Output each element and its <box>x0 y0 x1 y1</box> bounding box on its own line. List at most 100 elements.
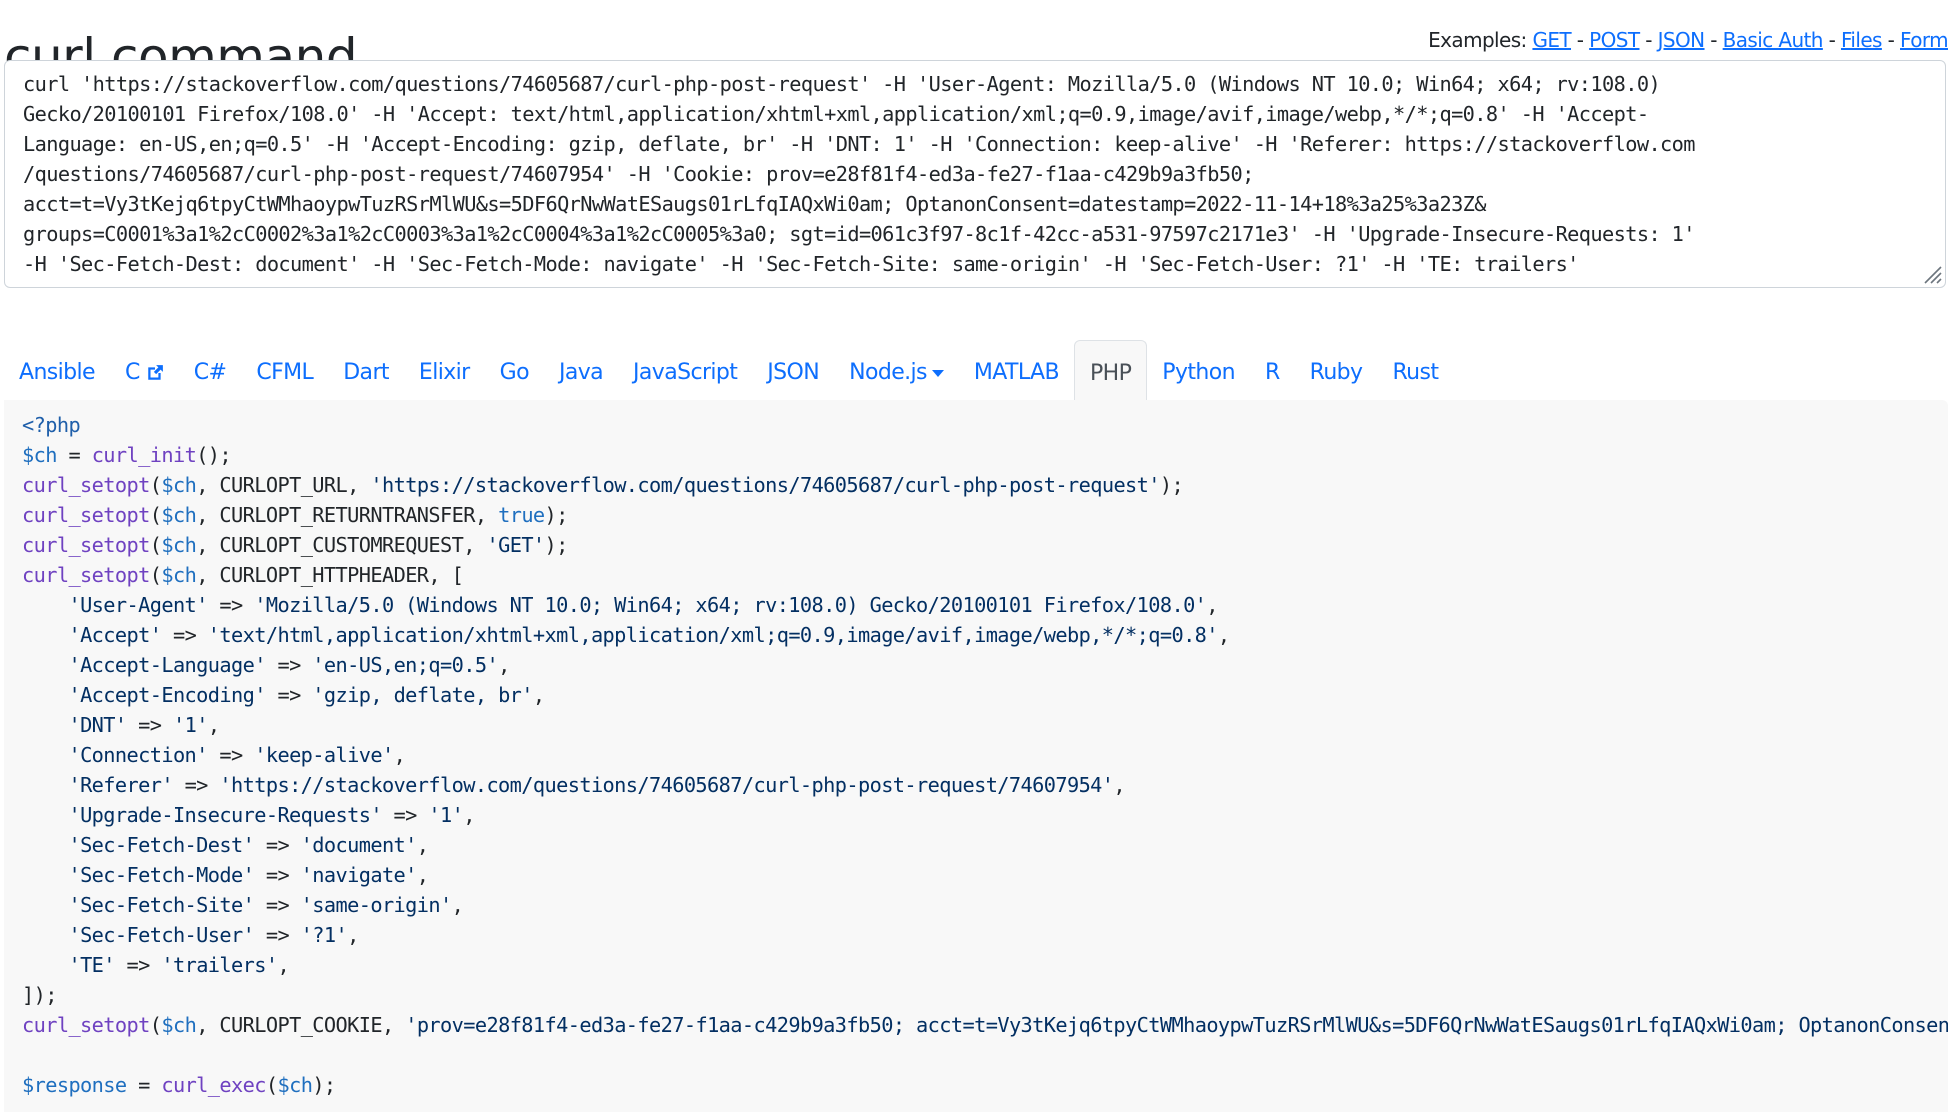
code-token-str: 'User-Agent' <box>68 593 208 617</box>
code-token-punc <box>22 713 68 737</box>
code-token-var: $ch <box>161 1013 197 1037</box>
code-token-var: $ch <box>22 443 57 467</box>
code-token-punc: => <box>207 743 255 767</box>
code-line: 'Accept' => 'text/html,application/xhtml… <box>22 620 1948 650</box>
code-line: 'Sec-Fetch-User' => '?1', <box>22 920 1948 950</box>
tab-php[interactable]: PHP <box>1074 340 1148 400</box>
code-token-punc <box>22 833 68 857</box>
code-token-var: $ch <box>161 563 197 587</box>
code-token-const: CURLOPT_COOKIE <box>219 1013 382 1037</box>
code-token-punc: (); <box>196 443 232 467</box>
code-token-punc: , <box>451 893 464 917</box>
code-token-punc: => <box>254 893 301 917</box>
code-line: 'Accept-Encoding' => 'gzip, deflate, br'… <box>22 680 1948 710</box>
code-token-punc: => <box>172 773 220 797</box>
code-token-const: CURLOPT_RETURNTRANSFER <box>219 503 475 527</box>
code-token-punc: , <box>207 713 220 737</box>
code-token-punc: , <box>474 503 499 527</box>
tab-c[interactable]: C <box>110 340 179 400</box>
tab-python[interactable]: Python <box>1147 340 1250 400</box>
code-token-const: CURLOPT_CUSTOMREQUEST <box>219 533 464 557</box>
tab-node-js[interactable]: Node.js <box>834 340 959 400</box>
code-token-str: 'GET' <box>486 533 545 557</box>
code-token-punc: = <box>56 443 92 467</box>
tab-label: MATLAB <box>973 360 1060 385</box>
code-token-punc <box>22 623 68 647</box>
curl-command-textarea[interactable]: curl 'https://stackoverflow.com/question… <box>4 60 1946 288</box>
tab-go[interactable]: Go <box>485 340 544 400</box>
tab-label: Python <box>1162 360 1235 385</box>
code-token-str: 'same-origin' <box>300 893 453 917</box>
code-token-punc: , <box>347 923 359 947</box>
code-token-punc <box>22 863 68 887</box>
php-code: <?php $ch = curl_init(); curl_setopt($ch, … <box>22 410 1948 1100</box>
code-token-fn: curl_exec <box>161 1073 266 1097</box>
tab-csharp[interactable]: C# <box>179 340 242 400</box>
curl-text-line: Language: en-US,en;q=0.5' -H 'Accept-Enc… <box>23 132 1695 156</box>
code-token-str: 'keep-alive' <box>254 743 394 767</box>
code-token-punc <box>22 773 68 797</box>
example-link-post[interactable]: POST <box>1589 28 1640 52</box>
code-token-str: 'Connection' <box>68 743 208 767</box>
code-token-punc: , <box>532 683 545 707</box>
tab-rust[interactable]: Rust <box>1377 340 1453 400</box>
code-token-punc: , <box>463 533 487 557</box>
code-line: $ch = curl_init(); <box>22 440 1948 470</box>
tab-java[interactable]: Java <box>544 340 618 400</box>
code-token-str: 'gzip, deflate, br' <box>312 683 533 707</box>
code-token-punc: , <box>277 953 290 977</box>
separator: - <box>1571 28 1590 52</box>
code-token-punc: => <box>114 953 162 977</box>
code-token-str: 'Mozilla/5.0 (Windows NT 10.0; Win64; x6… <box>254 593 1207 617</box>
code-token-tag: <?php <box>22 413 81 437</box>
code-token-punc <box>22 953 68 977</box>
resize-handle-icon[interactable] <box>1921 263 1943 285</box>
code-token-fn: curl_setopt <box>22 1013 150 1037</box>
tab-label: Go <box>499 360 530 385</box>
example-link-files[interactable]: Files <box>1841 28 1882 52</box>
code-token-str: '1' <box>428 803 464 827</box>
code-token-punc: = <box>126 1073 162 1097</box>
code-token-str: 'Accept' <box>68 623 162 647</box>
code-token-str: 'https://stackoverflow.com/questions/746… <box>370 473 1160 497</box>
curl-command-text[interactable]: curl 'https://stackoverflow.com/question… <box>23 69 1931 279</box>
code-token-punc: , <box>498 653 510 677</box>
tab-dart[interactable]: Dart <box>328 340 404 400</box>
code-line: ]); <box>22 980 1948 1010</box>
code-token-punc: , [ <box>428 563 464 587</box>
code-line: curl_setopt($ch, CURLOPT_URL, 'https://s… <box>22 470 1948 500</box>
curl-text-line: acct=t=Vy3tKejq6tpyCtWMhaoypwTuzRSrMlWU&… <box>23 192 1487 216</box>
example-link-form[interactable]: Form <box>1900 28 1949 52</box>
code-line: curl_setopt($ch, CURLOPT_COOKIE, 'prov=e… <box>22 1010 1948 1040</box>
tab-json[interactable]: JSON <box>752 340 834 400</box>
code-token-punc: ( <box>149 473 162 497</box>
code-token-str: 'TE' <box>68 953 115 977</box>
code-token-str: '?1' <box>300 923 348 947</box>
tab-elixir[interactable]: Elixir <box>404 340 485 400</box>
code-token-punc: , <box>416 833 429 857</box>
code-token-const: CURLOPT_URL <box>219 473 348 497</box>
tab-matlab[interactable]: MATLAB <box>959 340 1074 400</box>
separator: - <box>1704 28 1723 52</box>
code-token-fn: curl_setopt <box>22 533 150 557</box>
code-token-punc: => <box>265 653 313 677</box>
generated-code-block: <?php $ch = curl_init(); curl_setopt($ch, … <box>4 400 1948 1112</box>
code-token-punc: ); <box>1159 473 1184 497</box>
code-token-str: 'DNT' <box>68 713 127 737</box>
tab-javascript[interactable]: JavaScript <box>618 340 752 400</box>
code-token-str: 'Sec-Fetch-Mode' <box>68 863 255 887</box>
tab-ansible[interactable]: Ansible <box>4 340 110 400</box>
example-link-get[interactable]: GET <box>1532 28 1571 52</box>
tab-r[interactable]: R <box>1250 340 1295 400</box>
code-token-punc: => <box>254 923 301 947</box>
example-link-json[interactable]: JSON <box>1658 28 1706 52</box>
example-link-basic-auth[interactable]: Basic Auth <box>1723 28 1824 52</box>
tab-cfml[interactable]: CFML <box>241 340 328 400</box>
tab-label: R <box>1264 360 1280 385</box>
tab-ruby[interactable]: Ruby <box>1295 340 1378 400</box>
code-token-kw: true <box>498 503 545 527</box>
code-token-punc: => <box>254 863 301 887</box>
code-token-punc: , <box>463 803 475 827</box>
code-token-str: 'document' <box>300 833 418 857</box>
code-token-fn: curl_init <box>91 443 197 467</box>
